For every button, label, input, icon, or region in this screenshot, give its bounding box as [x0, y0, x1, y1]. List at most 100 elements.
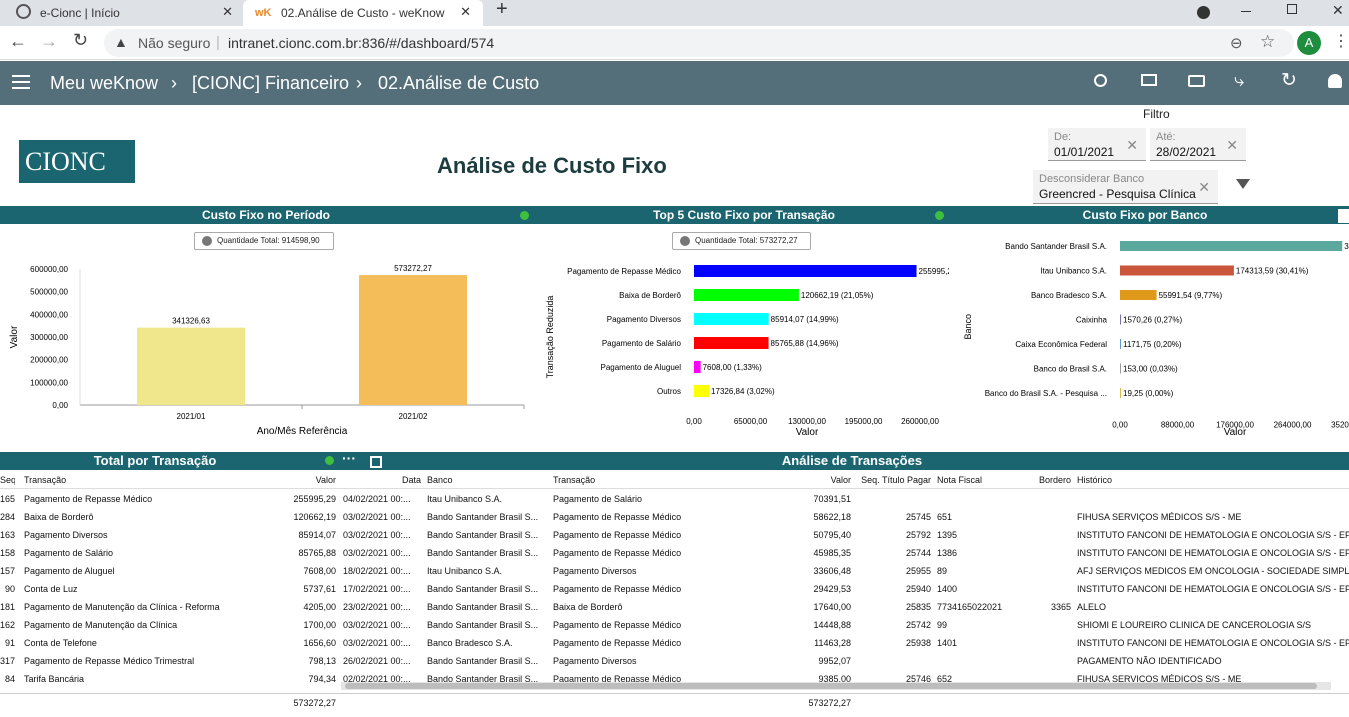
- category-label: Caixa Econômica Federal: [1015, 340, 1107, 349]
- bookmark-star-icon[interactable]: ☆: [1260, 32, 1275, 52]
- table-cell: Pagamento de Aluguel: [24, 566, 115, 576]
- bar-Bando Santander Brasil S.A.: [1120, 241, 1343, 251]
- x-tick-label: 352000,00: [1331, 421, 1349, 430]
- table-row[interactable]: 165 Pagamento de Repasse Médico 255995,29: [0, 490, 340, 508]
- date-from-field[interactable]: De: 01/01/2021 ✕: [1048, 128, 1146, 161]
- table-cell: 03/02/2021 00:...: [343, 512, 411, 522]
- search-icon[interactable]: [1094, 74, 1107, 87]
- bar-value-label: 55991,54 (9,77%): [1159, 291, 1223, 300]
- table-row[interactable]: 91 Conta de Telefone 1656,60: [0, 634, 340, 652]
- clear-icon[interactable]: ✕: [1126, 137, 1138, 154]
- table-row[interactable]: 157 Pagamento de Aluguel 7608,00: [0, 562, 340, 580]
- maximize-icon[interactable]: [1287, 4, 1297, 14]
- table-row[interactable]: 90 Conta de Luz 5737,61: [0, 580, 340, 598]
- status-dot: [325, 456, 334, 465]
- bank-exclude-value: Greencred - Pesquisa Clínica: [1039, 187, 1196, 201]
- panel-title-analise-transacoes: Análise de Transações: [560, 452, 1144, 470]
- table-cell: 1386: [937, 548, 958, 558]
- table-cell: Pagamento de Salário: [553, 494, 643, 504]
- card-view-icon[interactable]: [1188, 75, 1205, 87]
- table-row[interactable]: 18/02/2021 00:... Itau Unibanco S.A. Pagam…: [340, 562, 1349, 580]
- table-cell: 33606,48: [813, 566, 851, 576]
- minimize-icon[interactable]: [1241, 11, 1251, 12]
- forward-icon[interactable]: →: [40, 31, 58, 52]
- table-cell: 157: [0, 566, 15, 576]
- browser-tab-active[interactable]: wK 02.Análise de Custo - weKnow ✕: [243, 0, 483, 28]
- new-tab-button[interactable]: +: [496, 0, 508, 21]
- table-row[interactable]: 158 Pagamento de Salário 85765,88: [0, 544, 340, 562]
- table-total-row: 573272,27: [340, 693, 1349, 711]
- more-options-icon[interactable]: ···: [342, 450, 356, 466]
- breadcrumb-folder[interactable]: [CIONC] Financeiro: [192, 73, 349, 94]
- breadcrumb-home[interactable]: Meu weKnow: [50, 73, 158, 94]
- tab-title: e-Cionc | Início: [40, 6, 120, 20]
- user-icon[interactable]: [1328, 74, 1342, 88]
- bank-exclude-label: Desconsiderar Banco: [1039, 173, 1145, 185]
- table-cell: Pagamento de Repasse Médico: [553, 638, 682, 648]
- menu-dots-icon[interactable]: ⋮: [1333, 31, 1349, 51]
- table-cell: Pagamento de Repasse Médico: [553, 620, 682, 630]
- close-tab-icon[interactable]: ✕: [460, 4, 471, 20]
- close-window-icon[interactable]: ✕: [1332, 2, 1344, 19]
- close-tab-icon[interactable]: ✕: [222, 4, 233, 20]
- column-header: Seq: [0, 475, 15, 485]
- table-row[interactable]: 26/02/2021 00:... Bando Santander Brasil …: [340, 652, 1349, 670]
- y-axis-label: Transação Reduzida: [545, 296, 555, 379]
- table-row[interactable]: 84 Tarifa Bancária 794,34: [0, 670, 340, 688]
- table-cell: Bando Santander Brasil S...: [427, 548, 539, 558]
- table-row[interactable]: 23/02/2021 00:... Bando Santander Brasil …: [340, 598, 1349, 616]
- table-cell: 11463,28: [814, 638, 851, 648]
- zoom-icon[interactable]: ⊖: [1230, 34, 1243, 52]
- profile-avatar[interactable]: A: [1297, 31, 1321, 55]
- browser-tab[interactable]: e-Cionc | Início ✕: [0, 0, 245, 26]
- table-row[interactable]: 04/02/2021 00:... Itau Unibanco S.A. Pagam…: [340, 490, 1349, 508]
- table-row[interactable]: 03/02/2021 00:... Bando Santander Brasil …: [340, 508, 1349, 526]
- hamburger-menu-icon[interactable]: [12, 75, 30, 89]
- filter-funnel-icon[interactable]: [1236, 179, 1250, 189]
- table-row[interactable]: 162 Pagamento de Manutenção da Clínica 170…: [0, 616, 340, 634]
- table-row[interactable]: 317 Pagamento de Repasse Médico Trimestra…: [0, 652, 340, 670]
- date-to-field[interactable]: Até: 28/02/2021 ✕: [1150, 128, 1246, 161]
- table-cell: Pagamento de Repasse Médico: [553, 512, 682, 522]
- refresh-icon[interactable]: ↻: [1281, 69, 1297, 92]
- scroll-handle[interactable]: [1338, 209, 1349, 223]
- table-row[interactable]: 03/02/2021 00:... Bando Santander Brasil …: [340, 616, 1349, 634]
- presentation-icon[interactable]: [1141, 74, 1157, 86]
- back-icon[interactable]: ←: [9, 31, 27, 52]
- bar-Banco Bradesco S.A.: [1120, 290, 1157, 300]
- total-transacao-table: Seq Transação Valor 165 Pagamento de Repasse…: [0, 471, 340, 711]
- scrollbar-thumb[interactable]: [345, 683, 1317, 689]
- x-tick-label: 264000,00: [1274, 421, 1312, 430]
- bar-Baixa de Borderô: [694, 289, 799, 301]
- table-row[interactable]: 163 Pagamento Diversos 85914,07: [0, 526, 340, 544]
- reload-icon[interactable]: ↻: [73, 30, 88, 51]
- expand-icon[interactable]: [370, 456, 382, 468]
- url-text[interactable]: intranet.cionc.com.br:836/#/dashboard/57…: [228, 35, 494, 51]
- table-cell: Tarifa Bancária: [24, 674, 85, 684]
- bar-Itau Unibanco S.A.: [1120, 265, 1234, 276]
- table-cell: 3365: [1050, 602, 1071, 612]
- table-row[interactable]: 03/02/2021 00:... Bando Santander Brasil …: [340, 544, 1349, 562]
- bank-exclude-field[interactable]: Desconsiderar Banco Greencred - Pesquisa…: [1033, 170, 1218, 204]
- tab-search-icon[interactable]: [1197, 6, 1210, 19]
- category-label: Pagamento de Aluguel: [600, 363, 681, 372]
- table-row[interactable]: 03/02/2021 00:... Bando Santander Brasil …: [340, 526, 1349, 544]
- share-icon[interactable]: ⤷: [1234, 70, 1244, 91]
- clear-icon[interactable]: ✕: [1198, 179, 1210, 196]
- table-cell: 1400: [937, 584, 958, 594]
- table-cell: 18/02/2021 00:...: [343, 566, 411, 576]
- y-axis-label: Banco: [963, 314, 973, 340]
- table-row[interactable]: 284 Baixa de Borderô 120662,19: [0, 508, 340, 526]
- table-row[interactable]: 03/02/2021 00:... Banco Bradesco S.A. Paga…: [340, 634, 1349, 652]
- x-axis-label: Valor: [1224, 427, 1247, 438]
- address-bar[interactable]: ▲ Não seguro | intranet.cionc.com.br:836…: [104, 29, 1294, 57]
- table-cell: Bando Santander Brasil S...: [427, 584, 539, 594]
- table-row[interactable]: 181 Pagamento de Manutenção da Clínica - …: [0, 598, 340, 616]
- x-tick-label: 2021/02: [399, 412, 428, 421]
- x-tick-label: 195000,00: [845, 417, 883, 426]
- clear-icon[interactable]: ✕: [1226, 137, 1238, 154]
- table-row[interactable]: 17/02/2021 00:... Bando Santander Brasil …: [340, 580, 1349, 598]
- bar-2021/01: [137, 327, 245, 405]
- category-label: Caixinha: [1076, 316, 1108, 325]
- bar-Outros: [694, 385, 710, 397]
